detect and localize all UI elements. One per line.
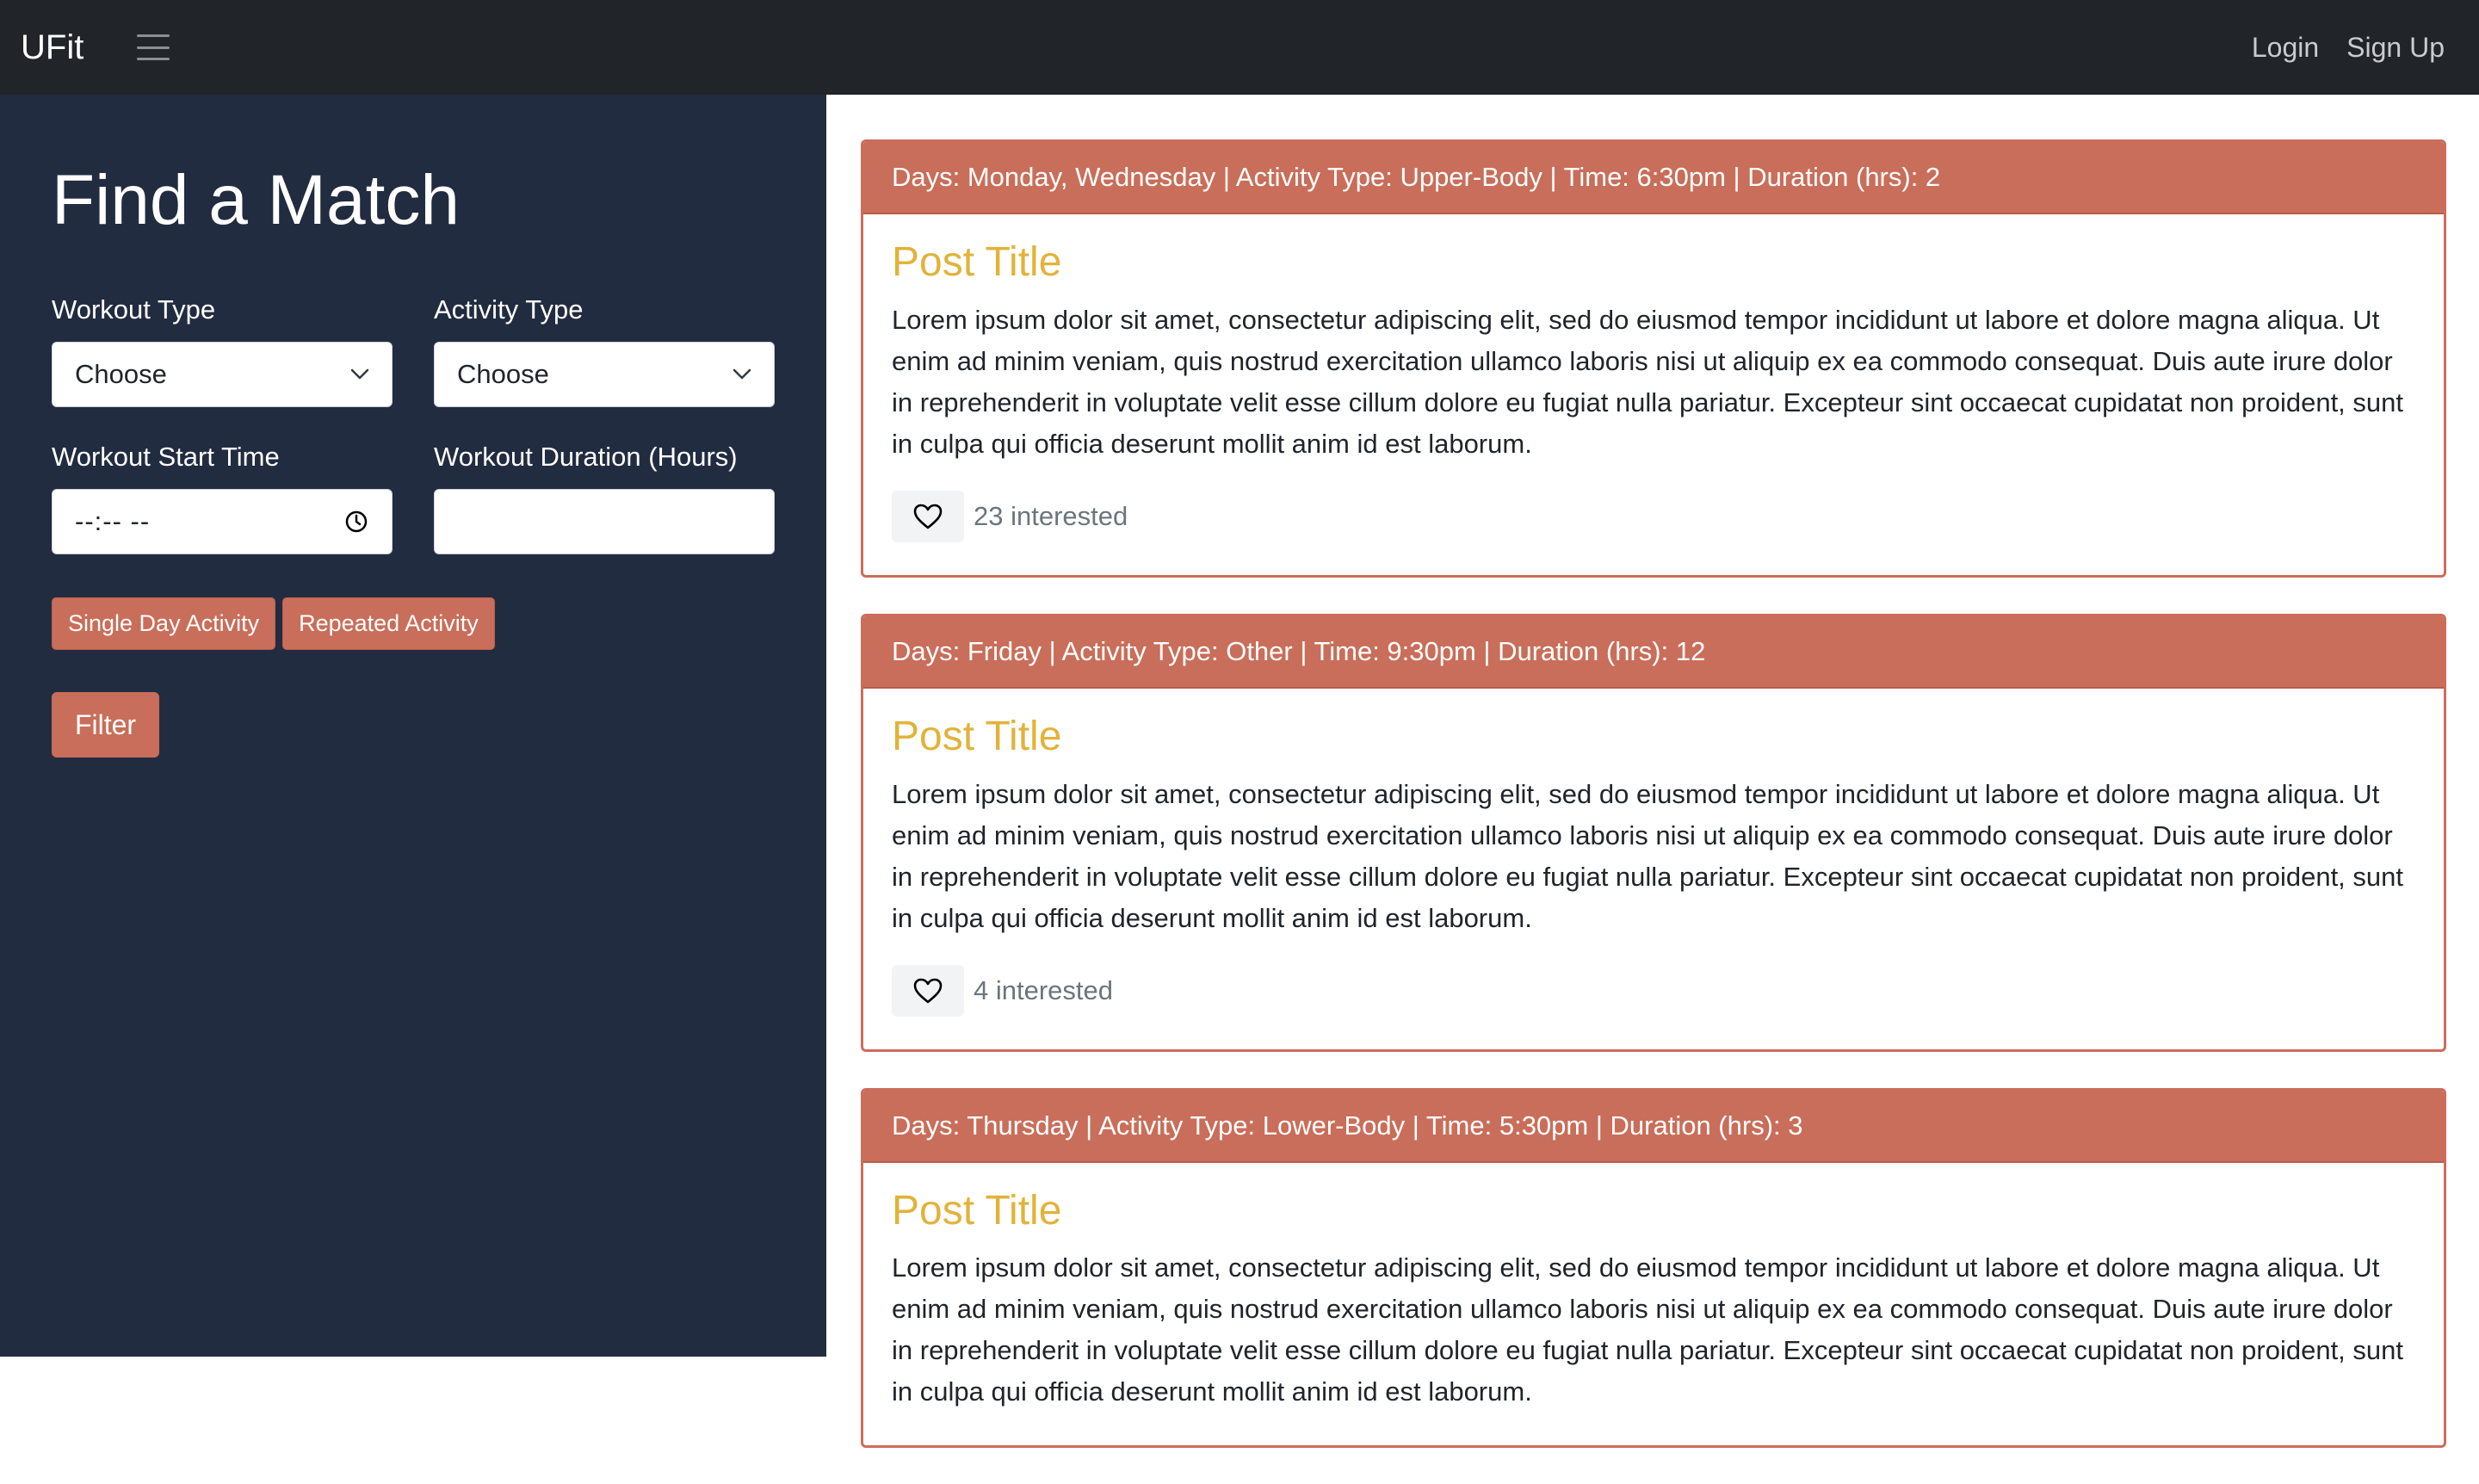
interest-count: 23 interested xyxy=(974,500,1128,531)
activity-type-label: Activity Type xyxy=(434,294,584,325)
interest-row: 4 interested xyxy=(892,964,2415,1017)
start-time-value: --:-- -- xyxy=(75,506,151,536)
chevron-down-icon xyxy=(350,368,369,380)
navbar-left: UFit xyxy=(21,30,170,65)
post-header: Days: Thursday | Activity Type: Lower-Bo… xyxy=(863,1090,2444,1163)
hamburger-menu-icon[interactable] xyxy=(137,34,170,60)
post-title[interactable]: Post Title xyxy=(892,1188,2415,1234)
post-text: Lorem ipsum dolor sit amet, consectetur … xyxy=(892,304,2403,459)
workout-type-select[interactable]: Choose xyxy=(52,342,393,407)
workout-type-group: Workout Type Choose xyxy=(52,296,393,407)
top-navbar: UFit Login Sign Up xyxy=(0,0,2479,95)
filter-button[interactable]: Filter xyxy=(52,692,159,757)
start-time-input[interactable]: --:-- -- xyxy=(52,489,393,554)
post-body: Post Title Lorem ipsum dolor sit amet, c… xyxy=(863,214,2444,575)
post-title[interactable]: Post Title xyxy=(892,239,2415,286)
post-body: Post Title Lorem ipsum dolor sit amet, c… xyxy=(863,1163,2444,1446)
interest-count: 4 interested xyxy=(974,974,1113,1005)
post-card: Days: Friday | Activity Type: Other | Ti… xyxy=(861,613,2446,1052)
activity-type-group: Activity Type Choose xyxy=(434,296,775,407)
start-time-group: Workout Start Time --:-- -- xyxy=(52,443,393,554)
duration-group: Workout Duration (Hours) xyxy=(434,443,775,554)
chevron-down-icon xyxy=(733,368,751,380)
page-title: Find a Match xyxy=(52,161,460,239)
post-title[interactable]: Post Title xyxy=(892,714,2415,760)
duration-label: Workout Duration (Hours) xyxy=(434,442,738,472)
filter-form: Workout Type Choose Activity Type Choose… xyxy=(52,296,775,554)
brand-logo[interactable]: UFit xyxy=(21,30,83,65)
login-link[interactable]: Login xyxy=(2252,32,2319,64)
heart-icon xyxy=(913,504,943,529)
post-body: Post Title Lorem ipsum dolor sit amet, c… xyxy=(863,689,2444,1049)
duration-input[interactable] xyxy=(434,489,775,554)
post-text: Lorem ipsum dolor sit amet, consectetur … xyxy=(892,1252,2403,1407)
start-time-label: Workout Start Time xyxy=(52,442,280,472)
posts-feed: Days: Monday, Wednesday | Activity Type:… xyxy=(861,139,2446,1484)
workout-type-label: Workout Type xyxy=(52,294,216,325)
like-button[interactable] xyxy=(892,964,964,1017)
workout-type-value: Choose xyxy=(75,359,167,389)
activity-mode-buttons: Single Day Activity Repeated Activity xyxy=(52,597,775,650)
activity-type-select[interactable]: Choose xyxy=(434,342,775,407)
post-text: Lorem ipsum dolor sit amet, consectetur … xyxy=(892,778,2403,933)
interest-row: 23 interested xyxy=(892,490,2415,542)
post-card: Days: Monday, Wednesday | Activity Type:… xyxy=(861,139,2446,578)
heart-icon xyxy=(913,978,943,1003)
navbar-right: Login Sign Up xyxy=(2224,32,2445,64)
filter-sidebar: Find a Match Workout Type Choose Activit… xyxy=(0,95,826,1357)
repeated-activity-button[interactable]: Repeated Activity xyxy=(282,597,495,650)
like-button[interactable] xyxy=(892,490,964,542)
signup-link[interactable]: Sign Up xyxy=(2346,32,2445,64)
clock-icon[interactable] xyxy=(343,509,369,535)
post-header: Days: Friday | Activity Type: Other | Ti… xyxy=(863,615,2444,689)
post-card: Days: Thursday | Activity Type: Lower-Bo… xyxy=(861,1087,2446,1449)
single-day-activity-button[interactable]: Single Day Activity xyxy=(52,597,276,650)
activity-type-value: Choose xyxy=(457,359,549,389)
post-header: Days: Monday, Wednesday | Activity Type:… xyxy=(863,142,2444,214)
